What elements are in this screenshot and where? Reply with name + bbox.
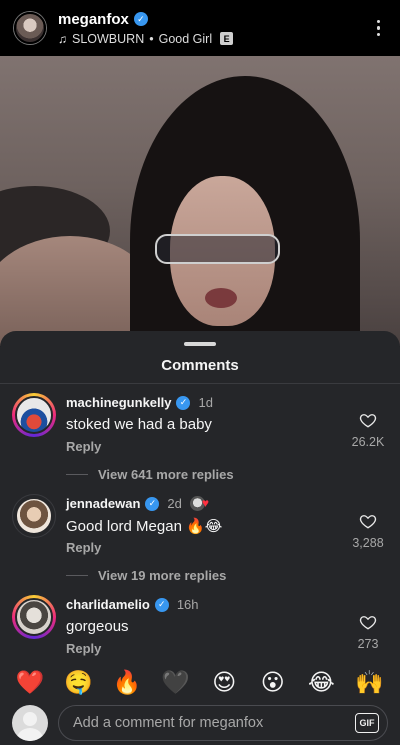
comment-avatar[interactable] [12, 595, 56, 639]
comment-item: machinegunkelly ✓ 1d stoked we had a bab… [0, 393, 400, 483]
emoji-heart-eyes[interactable]: 😍 [208, 667, 240, 697]
view-more-replies-label: View 641 more replies [98, 467, 234, 482]
comment-like: 26.2K [348, 411, 388, 449]
like-count: 273 [357, 637, 379, 651]
post-username[interactable]: meganfox [58, 11, 129, 28]
comment-username[interactable]: jennadewan [66, 496, 140, 511]
reply-button[interactable]: Reply [66, 540, 101, 555]
comment-username[interactable]: charlidamelio [66, 597, 150, 612]
verified-badge-icon: ✓ [176, 395, 191, 410]
post-photo[interactable] [0, 56, 400, 346]
audio-artist: SLOWBURN [72, 31, 145, 46]
comment-like: 273 [348, 613, 388, 651]
liked-by-author-icon: ♥ [189, 496, 209, 511]
audio-track: Good Girl [158, 31, 213, 46]
comment-composer: GIF [0, 700, 400, 745]
music-note-icon: ♫ [58, 31, 67, 46]
comment-header: jennadewan ✓ 2d ♥ [66, 496, 209, 511]
heart-outline-icon[interactable] [359, 613, 377, 631]
comment-text: stoked we had a baby [66, 416, 212, 433]
kebab-menu-icon[interactable] [371, 14, 387, 43]
heart-outline-icon[interactable] [359, 512, 377, 530]
comment-text: gorgeous [66, 618, 129, 635]
emoji-surprised[interactable]: 😮 [257, 667, 289, 697]
emoji-quick-bar: ❤️ 🤤 🔥 🖤 😍 😮 😂 🙌 [0, 665, 400, 699]
comment-input-wrapper: GIF [58, 704, 388, 741]
comment-like: 3,288 [348, 512, 388, 550]
verified-badge-icon: ✓ [154, 597, 169, 612]
post-audio[interactable]: ♫ SLOWBURN • Good Girl E [58, 31, 234, 46]
comment-time: 1d [198, 395, 213, 410]
emoji-fire[interactable]: 🔥 [111, 667, 143, 697]
emoji-raised-hands[interactable]: 🙌 [354, 667, 386, 697]
reply-button[interactable]: Reply [66, 439, 101, 454]
gif-icon[interactable]: GIF [355, 712, 379, 733]
emoji-red-heart[interactable]: ❤️ [14, 667, 46, 697]
view-more-replies[interactable]: View 19 more replies [66, 568, 226, 583]
post-header: meganfox ✓ ♫ SLOWBURN • Good Girl E [0, 0, 400, 56]
post-username-row[interactable]: meganfox ✓ [58, 11, 233, 28]
comment-username[interactable]: machinegunkelly [66, 395, 171, 410]
comment-header: machinegunkelly ✓ 1d [66, 395, 213, 410]
post-meta: meganfox ✓ ♫ SLOWBURN • Good Girl E [58, 11, 234, 46]
comment-item: jennadewan ✓ 2d ♥ Good lord Megan 🔥😂 Rep… [0, 494, 400, 584]
comment-text: Good lord Megan 🔥😂 [66, 518, 223, 535]
view-more-replies[interactable]: View 641 more replies [66, 467, 234, 482]
explicit-badge: E [220, 32, 234, 45]
comment-time: 2d [167, 496, 182, 511]
comment-time: 16h [176, 597, 199, 612]
current-user-avatar [12, 704, 48, 741]
comment-avatar[interactable] [12, 393, 56, 437]
sheet-title: Comments [161, 357, 239, 374]
emoji-drooling-face[interactable]: 🤤 [63, 667, 95, 697]
post-author-avatar[interactable] [14, 12, 46, 44]
audio-separator: • [149, 31, 154, 46]
like-count: 26.2K [351, 435, 385, 449]
sheet-divider [0, 383, 400, 384]
emoji-black-heart[interactable]: 🖤 [160, 667, 192, 697]
comment-header: charlidamelio ✓ 16h [66, 597, 199, 612]
sheet-drag-handle[interactable] [184, 342, 216, 346]
reply-button[interactable]: Reply [66, 641, 101, 656]
view-more-replies-label: View 19 more replies [98, 568, 227, 583]
comment-input[interactable] [73, 714, 355, 731]
comment-avatar[interactable] [12, 494, 56, 538]
verified-badge-icon: ✓ [133, 12, 148, 26]
verified-badge-icon: ✓ [145, 496, 160, 511]
like-count: 3,288 [352, 536, 384, 550]
emoji-tears-of-joy[interactable]: 😂 [305, 667, 337, 697]
heart-outline-icon[interactable] [359, 411, 377, 429]
